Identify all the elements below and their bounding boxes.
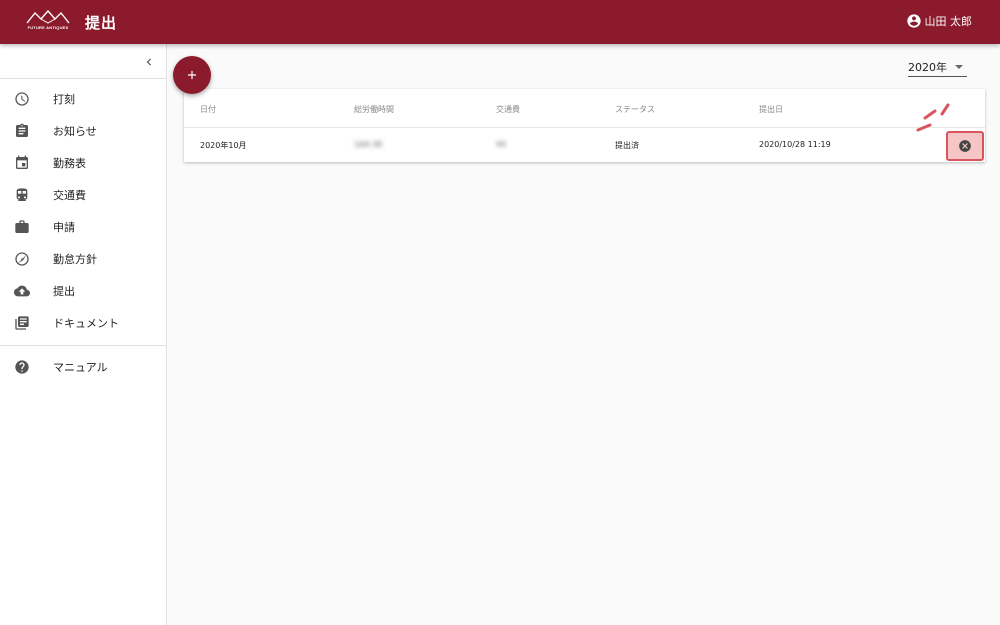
year-select[interactable]: 2020年 [908, 57, 967, 77]
submissions-table: 日付 総労働時間 交通費 ステータス 提出日 2020年10月 164:38 ¥… [184, 89, 985, 162]
app-bar: FUTURE ANTIQUES 提出 山田 太郎 [0, 0, 1000, 44]
sidebar-item-label: 勤怠方針 [53, 253, 97, 266]
sidebar-item-label: お知らせ [53, 125, 97, 138]
sidebar-item-label: ドキュメント [53, 317, 119, 330]
sidebar-nav: 打刻 お知らせ 勤務表 交通費 申請 勤怠方針 提出 ドキュメント [0, 83, 166, 339]
sidebar-item-transport[interactable]: 交通費 [0, 179, 166, 211]
sidebar-item-label: 打刻 [53, 93, 75, 106]
account-circle-icon [906, 14, 921, 28]
column-header-date: 日付 [200, 105, 216, 114]
cell-transport: ¥0 [496, 140, 507, 149]
table-header: 日付 総労働時間 交通費 ステータス 提出日 [184, 89, 985, 128]
cell-submitted-date: 2020/10/28 11:19 [759, 140, 831, 149]
sidebar-item-submission[interactable]: 提出 [0, 275, 166, 307]
calendar-icon [14, 155, 30, 171]
column-header-status: ステータス [615, 105, 655, 114]
cell-date: 2020年10月 [200, 141, 247, 150]
library-books-icon [14, 315, 30, 331]
user-name: 山田 太郎 [924, 15, 973, 28]
sidebar-item-timesheet[interactable]: 勤務表 [0, 147, 166, 179]
delete-submission-button[interactable] [946, 131, 984, 161]
column-header-transport: 交通費 [496, 105, 520, 114]
sidebar-divider [0, 78, 166, 79]
year-select-value: 2020年 [908, 60, 947, 74]
sidebar-item-manual[interactable]: マニュアル [0, 351, 166, 383]
column-header-submitted-date: 提出日 [759, 105, 783, 114]
sidebar-item-notices[interactable]: お知らせ [0, 115, 166, 147]
sidebar-item-label: 申請 [53, 221, 75, 234]
clipboard-icon [14, 123, 30, 139]
chevron-down-icon [955, 65, 963, 69]
sidebar-item-label: マニュアル [53, 361, 108, 374]
user-menu[interactable]: 山田 太郎 [906, 13, 973, 29]
clock-icon [14, 91, 30, 107]
cell-total-hours: 164:38 [354, 140, 383, 149]
add-button[interactable] [173, 56, 211, 94]
sidebar-item-punch[interactable]: 打刻 [0, 83, 166, 115]
sidebar-secondary-nav: マニュアル [0, 351, 166, 383]
sidebar-divider [0, 345, 166, 346]
logo[interactable] [25, 8, 71, 34]
chevron-left-icon [146, 58, 151, 66]
sidebar-item-label: 交通費 [53, 189, 86, 202]
cancel-icon [959, 140, 971, 152]
cell-status: 提出済 [615, 141, 639, 150]
logo-text: FUTURE ANTIQUES [27, 25, 69, 30]
sidebar: 打刻 お知らせ 勤務表 交通費 申請 勤怠方針 提出 ドキュメント マニュアル [0, 44, 167, 625]
help-icon [14, 359, 30, 375]
plus-icon [187, 70, 197, 80]
sidebar-item-attendance-policy[interactable]: 勤怠方針 [0, 243, 166, 275]
mountain-logo-icon [26, 9, 70, 24]
sidebar-item-application[interactable]: 申請 [0, 211, 166, 243]
sidebar-item-label: 勤務表 [53, 157, 86, 170]
train-icon [14, 187, 30, 203]
sidebar-item-label: 提出 [53, 285, 75, 298]
compass-icon [14, 251, 30, 267]
table-row[interactable]: 2020年10月 164:38 ¥0 提出済 2020/10/28 11:19 [184, 129, 985, 162]
cloud-upload-icon [14, 283, 30, 299]
briefcase-icon [14, 219, 30, 235]
collapse-sidebar-button[interactable] [142, 54, 156, 68]
sidebar-item-documents[interactable]: ドキュメント [0, 307, 166, 339]
column-header-total-hours: 総労働時間 [354, 105, 394, 114]
page-title: 提出 [85, 14, 118, 32]
